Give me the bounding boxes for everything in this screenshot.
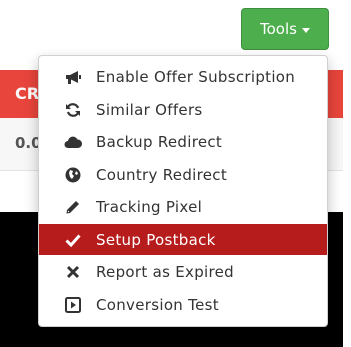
menu-item-label: Similar Offers	[96, 100, 203, 119]
caret-down-icon	[301, 27, 310, 33]
play-icon	[63, 296, 83, 314]
bullhorn-icon	[63, 68, 83, 86]
tools-button-label: Tools	[260, 20, 297, 38]
menu-item-setup-postback[interactable]: Setup Postback	[39, 224, 327, 255]
check-icon	[63, 231, 83, 249]
menu-item-enable-offer-subscription[interactable]: Enable Offer Subscription	[39, 61, 327, 92]
menu-item-label: Tracking Pixel	[96, 197, 203, 216]
menu-item-label: Backup Redirect	[96, 132, 223, 151]
menu-item-label: Enable Offer Subscription	[96, 67, 296, 86]
menu-item-country-redirect[interactable]: Country Redirect	[39, 159, 327, 190]
menu-item-backup-redirect[interactable]: Backup Redirect	[39, 126, 327, 157]
menu-item-tracking-pixel[interactable]: Tracking Pixel	[39, 191, 327, 222]
tools-button[interactable]: Tools	[241, 8, 329, 50]
globe-icon	[63, 166, 83, 184]
menu-item-similar-offers[interactable]: Similar Offers	[39, 94, 327, 125]
cloud-icon	[63, 133, 83, 151]
menu-item-label: Report as Expired	[96, 262, 234, 281]
menu-item-label: Country Redirect	[96, 165, 228, 184]
refresh-icon	[63, 101, 83, 119]
tools-dropdown-menu: Enable Offer Subscription Similar Offers…	[38, 55, 328, 327]
pencil-icon	[63, 198, 83, 216]
menu-item-label: Setup Postback	[96, 230, 216, 249]
menu-item-conversion-test[interactable]: Conversion Test	[39, 289, 327, 320]
menu-item-label: Conversion Test	[96, 295, 219, 314]
table-header-text: CR	[15, 84, 40, 103]
close-icon	[63, 263, 83, 281]
menu-item-report-as-expired[interactable]: Report as Expired	[39, 256, 327, 287]
